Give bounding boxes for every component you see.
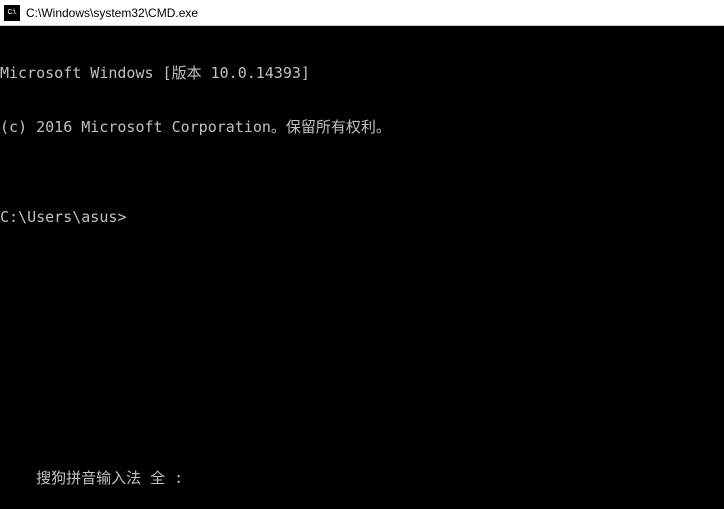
ime-status-bar: 搜狗拼音输入法 全 : (0, 451, 183, 509)
cmd-icon: C:\. (4, 5, 20, 21)
prompt-text: C:\Users\asus> (0, 208, 126, 226)
titlebar[interactable]: C:\. C:\Windows\system32\CMD.exe (0, 0, 724, 26)
window-title: C:\Windows\system32\CMD.exe (26, 6, 198, 20)
ime-status-text: 搜狗拼音输入法 全 : (36, 469, 183, 487)
text-cursor (126, 208, 127, 224)
output-line-version: Microsoft Windows [版本 10.0.14393] (0, 64, 724, 82)
terminal-area[interactable]: Microsoft Windows [版本 10.0.14393] (c) 20… (0, 26, 724, 509)
prompt-line[interactable]: C:\Users\asus> (0, 208, 724, 226)
output-line-copyright: (c) 2016 Microsoft Corporation。保留所有权利。 (0, 118, 724, 136)
cmd-icon-label: C:\. (8, 9, 17, 16)
